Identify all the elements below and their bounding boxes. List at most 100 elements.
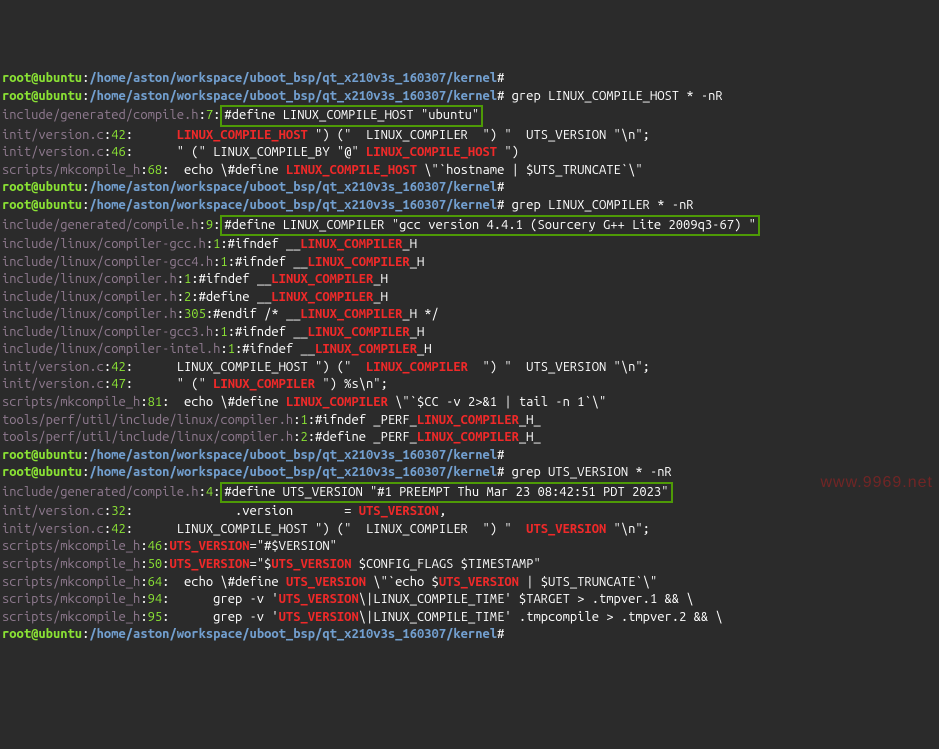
terminal-seg-prompt-path: /home/aston/workspace/uboot_bsp/qt_x210v… xyxy=(89,180,497,194)
terminal-seg-white: # xyxy=(497,448,504,462)
terminal-seg-white: :#define __ xyxy=(191,290,271,304)
terminal-seg-filename: scripts/mkcompile_h xyxy=(2,592,140,606)
terminal-line: scripts/mkcompile_h:81: echo \#define LI… xyxy=(2,394,937,412)
terminal-seg-white: \|LINUX_COMPILE_TIME' $TARGET > .tmpver.… xyxy=(359,592,694,606)
terminal-line: scripts/mkcompile_h:68: echo \#define LI… xyxy=(2,162,937,180)
terminal-seg-prompt-user: root@ubuntu xyxy=(2,89,82,103)
terminal-seg-white: :#ifndef __ xyxy=(220,237,300,251)
terminal-seg-filename: init/version.c xyxy=(2,360,104,374)
terminal-seg-white: : xyxy=(199,218,206,232)
terminal-seg-hl: LINUX_COMPILER xyxy=(301,237,403,251)
terminal-seg-filename: init/version.c xyxy=(2,128,104,142)
terminal-seg-white: \|LINUX_COMPILE_TIME' .tmpcompile > .tmp… xyxy=(359,610,723,624)
terminal-seg-linenum: 305 xyxy=(184,307,206,321)
terminal-seg-white: ") " UTS_VERSION "\n"; xyxy=(468,360,650,374)
terminal-line: include/linux/compiler.h:1:#ifndef __LIN… xyxy=(2,271,937,289)
terminal-seg-hl: UTS_VERSION xyxy=(359,504,439,518)
terminal-seg-white: : xyxy=(140,539,147,553)
terminal-line: include/generated/compile.h:9:#define LI… xyxy=(2,215,937,237)
terminal-seg-filename: init/version.c xyxy=(2,504,104,518)
terminal-seg-linenum: 1 xyxy=(220,255,227,269)
terminal-seg-prompt-path: /home/aston/workspace/uboot_bsp/qt_x210v… xyxy=(89,627,497,641)
terminal-seg-white: # grep LINUX_COMPILE_HOST * -nR xyxy=(497,89,723,103)
terminal-seg-white: : xyxy=(104,504,111,518)
terminal-seg-white: : xyxy=(213,218,220,232)
terminal-line: root@ubuntu:/home/aston/workspace/uboot_… xyxy=(2,179,937,197)
terminal-seg-prompt-path: /home/aston/workspace/uboot_bsp/qt_x210v… xyxy=(89,71,497,85)
terminal-seg-filename: tools/perf/util/include/linux/compiler.h xyxy=(2,430,293,444)
terminal-seg-prompt-user: root@ubuntu xyxy=(2,465,82,479)
terminal-seg-linenum: 47 xyxy=(111,377,126,391)
terminal-seg-white: : xyxy=(126,128,177,142)
terminal-seg-white: _H */ xyxy=(402,307,438,321)
terminal-seg-white: : xyxy=(140,163,147,177)
terminal-seg-hl: UTS_VERSION xyxy=(279,592,359,606)
terminal-seg-white: \"`echo $ xyxy=(366,575,439,589)
terminal-line: scripts/mkcompile_h:46:UTS_VERSION="#$VE… xyxy=(2,538,937,556)
terminal-seg-white: :#ifndef __ xyxy=(228,325,308,339)
terminal-seg-white: # grep UTS_VERSION * -nR xyxy=(497,465,672,479)
terminal-line: scripts/mkcompile_h:94: grep -v 'UTS_VER… xyxy=(2,591,937,609)
terminal-seg-white: : xyxy=(199,108,206,122)
terminal-line: include/linux/compiler-gcc3.h:1:#ifndef … xyxy=(2,324,937,342)
terminal-seg-white: # xyxy=(497,180,504,194)
terminal-seg-white: : xyxy=(213,108,220,122)
terminal-seg-white: : xyxy=(220,342,227,356)
terminal-line: include/linux/compiler-intel.h:1:#ifndef… xyxy=(2,341,937,359)
terminal-seg-white: : xyxy=(140,592,147,606)
terminal-line: root@ubuntu:/home/aston/workspace/uboot_… xyxy=(2,70,937,88)
terminal-seg-white: : xyxy=(82,627,89,641)
terminal-seg-hl: UTS_VERSION xyxy=(526,522,606,536)
terminal-output[interactable]: root@ubuntu:/home/aston/workspace/uboot_… xyxy=(2,70,937,644)
terminal-seg-white: # xyxy=(497,627,504,641)
terminal-seg-white: : LINUX_COMPILE_HOST ") (" LINUX_COMPILE… xyxy=(126,522,526,536)
terminal-seg-hl: UTS_VERSION xyxy=(169,539,249,553)
terminal-seg-linenum: 46 xyxy=(148,539,163,553)
terminal-seg-white: :#ifndef _PERF_ xyxy=(308,413,417,427)
terminal-seg-linenum: 68 xyxy=(148,163,163,177)
terminal-seg-white: _H_ xyxy=(519,413,541,427)
terminal-seg-linenum: 1 xyxy=(220,325,227,339)
terminal-seg-white: ") %s\n"; xyxy=(315,377,388,391)
terminal-seg-white: _H xyxy=(373,290,388,304)
terminal-seg-white: : xyxy=(213,485,220,499)
terminal-seg-hl: UTS_VERSION xyxy=(279,610,359,624)
terminal-seg-white: \"`$CC -v 2>&1 | tail -n 1`\" xyxy=(388,395,606,409)
terminal-line: tools/perf/util/include/linux/compiler.h… xyxy=(2,412,937,430)
terminal-seg-linenum: 42 xyxy=(111,522,126,536)
terminal-seg-white: ") (" LINUX_COMPILER ") " UTS_VERSION "\… xyxy=(308,128,650,142)
terminal-seg-filename: include/generated/compile.h xyxy=(2,485,199,499)
terminal-seg-white: # grep LINUX_COMPILER * -nR xyxy=(497,198,694,212)
terminal-line: scripts/mkcompile_h:64: echo \#define UT… xyxy=(2,574,937,592)
terminal-line: init/version.c:32: .version = UTS_VERSIO… xyxy=(2,503,937,521)
terminal-line: include/linux/compiler-gcc.h:1:#ifndef _… xyxy=(2,236,937,254)
terminal-seg-prompt-path: /home/aston/workspace/uboot_bsp/qt_x210v… xyxy=(89,448,497,462)
terminal-seg-white: : echo \#define xyxy=(162,575,286,589)
terminal-line: include/generated/compile.h:4:#define UT… xyxy=(2,482,937,504)
terminal-seg-boxed: #define UTS_VERSION "#1 PREEMPT Thu Mar … xyxy=(220,482,672,504)
terminal-seg-hl: LINUX_COMPILER xyxy=(271,272,373,286)
terminal-seg-white: : xyxy=(177,290,184,304)
terminal-seg-white: _H xyxy=(373,272,388,286)
terminal-seg-linenum: 32 xyxy=(111,504,126,518)
terminal-seg-linenum: 64 xyxy=(148,575,163,589)
terminal-seg-filename: include/linux/compiler-gcc3.h xyxy=(2,325,213,339)
terminal-seg-hl: UTS_VERSION xyxy=(169,557,249,571)
terminal-line: root@ubuntu:/home/aston/workspace/uboot_… xyxy=(2,447,937,465)
terminal-seg-filename: scripts/mkcompile_h xyxy=(2,557,140,571)
terminal-seg-white: : LINUX_COMPILE_HOST ") (" xyxy=(126,360,366,374)
terminal-seg-filename: init/version.c xyxy=(2,145,104,159)
terminal-seg-linenum: 1 xyxy=(300,413,307,427)
terminal-seg-hl: LINUX_COMPILE_HOST xyxy=(286,163,417,177)
terminal-seg-hl: LINUX_COMPILER xyxy=(417,413,519,427)
terminal-seg-white: : xyxy=(104,522,111,536)
terminal-line: init/version.c:42: LINUX_COMPILE_HOST ")… xyxy=(2,359,937,377)
terminal-seg-hl: LINUX_COMPILER xyxy=(366,360,468,374)
terminal-seg-hl: UTS_VERSION xyxy=(271,557,351,571)
terminal-line: root@ubuntu:/home/aston/workspace/uboot_… xyxy=(2,626,937,644)
terminal-seg-linenum: 42 xyxy=(111,360,126,374)
terminal-seg-filename: include/linux/compiler.h xyxy=(2,307,177,321)
terminal-line: root@ubuntu:/home/aston/workspace/uboot_… xyxy=(2,88,937,106)
terminal-line: include/generated/compile.h:7:#define LI… xyxy=(2,105,937,127)
terminal-seg-hl: LINUX_COMPILER xyxy=(308,255,410,269)
